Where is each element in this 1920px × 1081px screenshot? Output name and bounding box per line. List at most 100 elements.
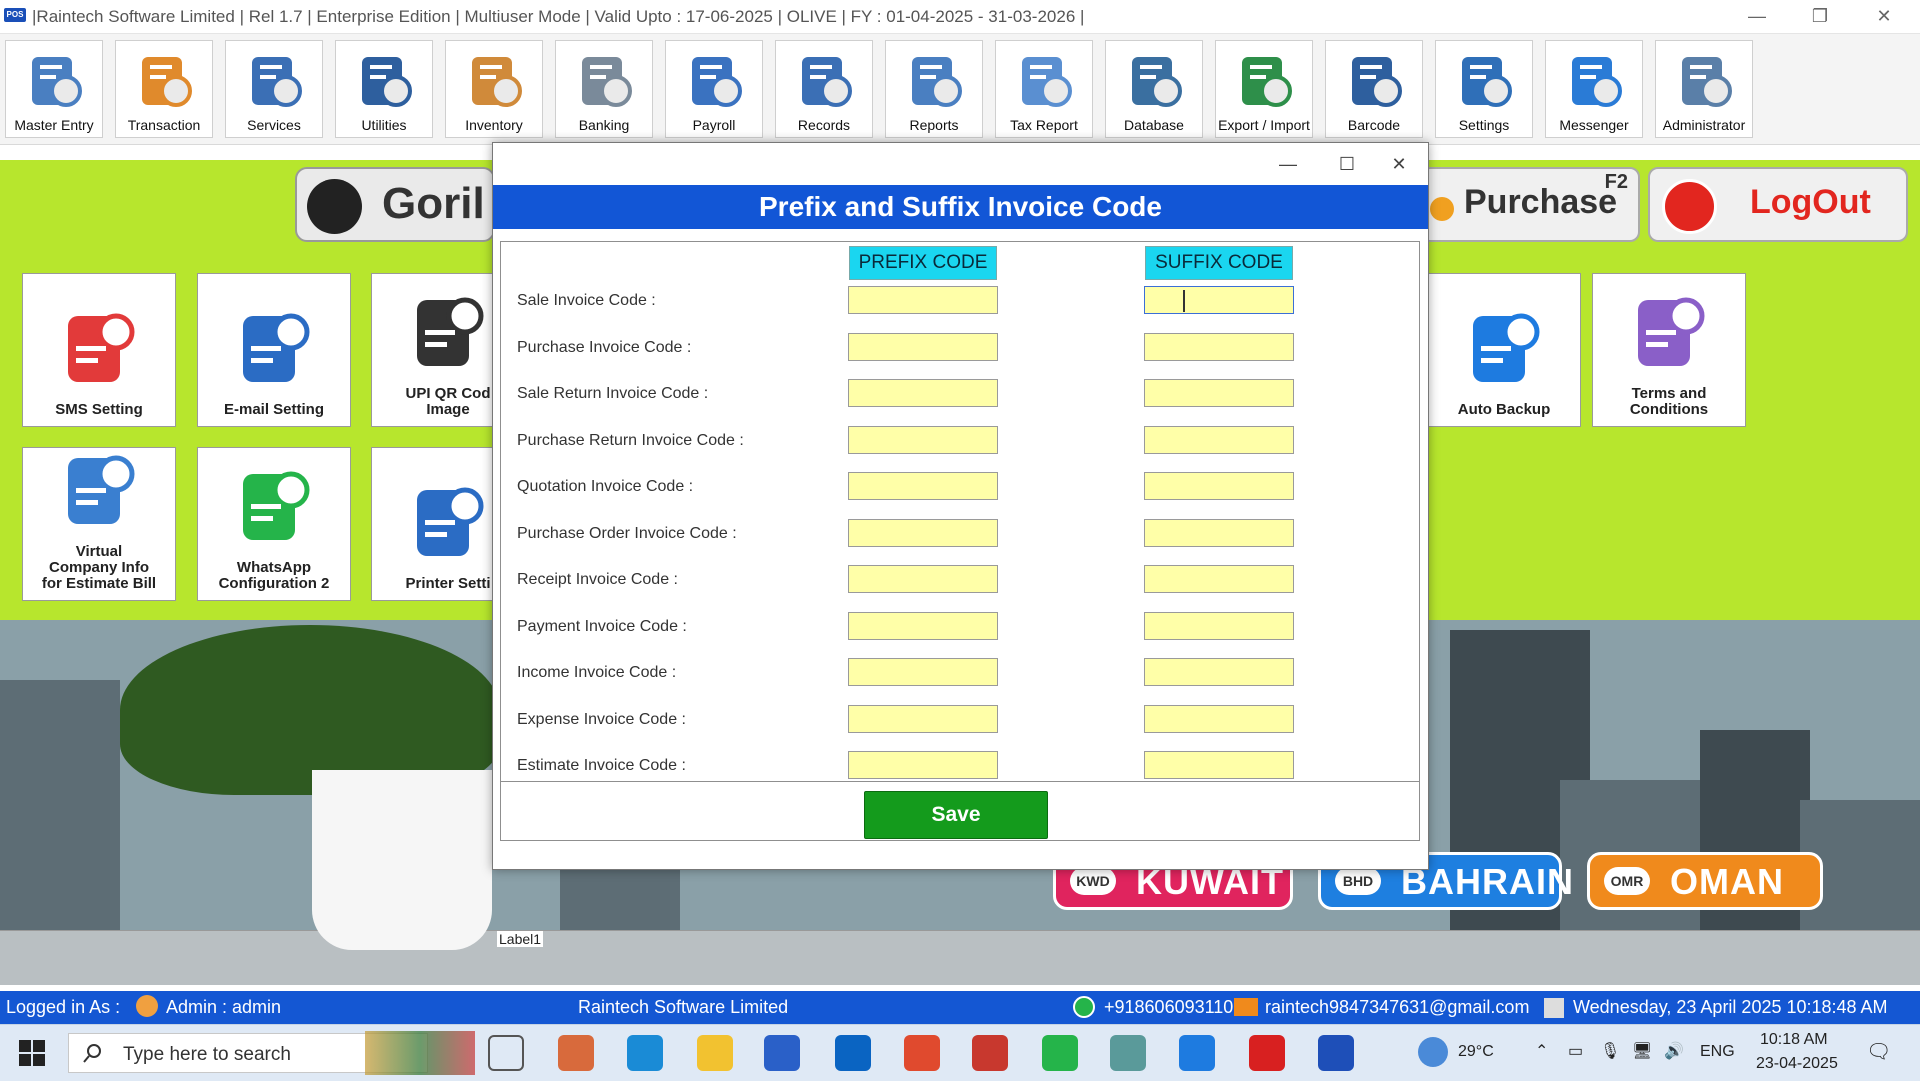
settings-icon <box>1462 57 1512 107</box>
windows-start-icon[interactable] <box>18 1039 46 1067</box>
toolbar-button-master-entry[interactable]: Master Entry <box>5 40 103 138</box>
toolbar-button-transaction[interactable]: Transaction <box>115 40 213 138</box>
suffix-code-input[interactable] <box>1144 379 1294 407</box>
printer-icon <box>417 487 484 556</box>
prefix-code-input[interactable] <box>848 565 998 593</box>
dialog-close-button[interactable]: ✕ <box>1379 149 1419 179</box>
power-icon <box>1662 179 1717 234</box>
file-explorer-icon[interactable] <box>697 1035 733 1071</box>
gorilla-text: Goril <box>382 179 485 228</box>
suffix-code-input[interactable] <box>1144 658 1294 686</box>
save-button[interactable]: Save <box>864 791 1048 839</box>
store-icon[interactable] <box>764 1035 800 1071</box>
toolbar-button-messenger[interactable]: Messenger <box>1545 40 1643 138</box>
currency-code: KWD <box>1070 867 1116 895</box>
toolbar-button-records[interactable]: Records <box>775 40 873 138</box>
close-button[interactable]: ✕ <box>1862 2 1906 30</box>
logged-in-label: Logged in As : <box>6 997 121 1017</box>
suffix-code-input[interactable] <box>1144 286 1294 314</box>
toolbar-button-tax-report[interactable]: Tax Report <box>995 40 1093 138</box>
toolbar-button-label: Master Entry <box>14 117 94 133</box>
chevron-up-icon[interactable]: ⌃ <box>1535 1041 1548 1061</box>
recorder-icon[interactable] <box>1249 1035 1285 1071</box>
restore-button[interactable]: ❐ <box>1798 2 1842 30</box>
language-indicator[interactable]: ENG <box>1700 1043 1735 1061</box>
prefix-code-input[interactable] <box>848 704 998 733</box>
chrome-icon[interactable] <box>904 1035 940 1071</box>
toolbar-button-banking[interactable]: Banking <box>555 40 653 138</box>
prefix-code-input[interactable] <box>848 751 998 779</box>
microphone-icon[interactable]: 🎙 <box>1600 1041 1620 1061</box>
tile-virtual-company[interactable]: Virtual Company Info for Estimate Bill <box>22 447 176 601</box>
whatsapp-taskbar-icon[interactable] <box>1042 1035 1078 1071</box>
status-datetime: Wednesday, 23 April 2025 10:18:48 AM <box>1573 997 1888 1017</box>
toolbar-button-barcode[interactable]: Barcode <box>1325 40 1423 138</box>
toolbar-button-administrator[interactable]: Administrator <box>1655 40 1753 138</box>
currency-button-omr[interactable]: OMR OMAN <box>1587 852 1823 910</box>
administrator-icon <box>1682 57 1732 107</box>
books-widget-icon <box>365 1031 475 1075</box>
toolbar-button-label: Settings <box>1458 117 1510 133</box>
task-view-icon[interactable] <box>488 1035 524 1071</box>
logout-button[interactable]: LogOut <box>1648 167 1908 242</box>
contact-phone: +918606093110 <box>1104 997 1234 1017</box>
prefix-code-input[interactable] <box>848 518 998 547</box>
suffix-code-input[interactable] <box>1144 611 1294 640</box>
prefix-code-input[interactable] <box>848 332 998 361</box>
snipping-tool-icon[interactable] <box>972 1035 1008 1071</box>
tile-email-setting[interactable]: E-mail Setting <box>197 273 351 427</box>
suffix-code-input[interactable] <box>1144 751 1294 779</box>
prefix-code-input[interactable] <box>848 611 998 640</box>
tile-whatsapp[interactable]: WhatsApp Configuration 2 <box>197 447 351 601</box>
toolbar-button-database[interactable]: Database <box>1105 40 1203 138</box>
toolbar-button-inventory[interactable]: Inventory <box>445 40 543 138</box>
prefix-code-input[interactable] <box>848 379 998 407</box>
minimize-button[interactable]: — <box>1735 2 1779 30</box>
telegram-icon[interactable] <box>1179 1035 1215 1071</box>
toolbar-button-export-import[interactable]: Export / Import <box>1215 40 1313 138</box>
notification-icon[interactable]: 🗨 <box>1866 1039 1891 1064</box>
suffix-code-input[interactable] <box>1144 518 1294 547</box>
toolbar-button-utilities[interactable]: Utilities <box>335 40 433 138</box>
volume-icon[interactable]: 🔊 <box>1664 1041 1684 1061</box>
export-import-icon <box>1242 57 1292 107</box>
prefix-code-input[interactable] <box>848 425 998 454</box>
suffix-code-input[interactable] <box>1144 472 1294 500</box>
copilot-icon[interactable] <box>558 1035 594 1071</box>
raintech-app-icon[interactable] <box>1318 1035 1354 1071</box>
logged-in-user: Admin : admin <box>166 997 282 1017</box>
network-icon[interactable]: 🖥 <box>1632 1041 1652 1061</box>
notes-icon[interactable] <box>1110 1035 1146 1071</box>
tile-terms[interactable]: Terms and Conditions <box>1592 273 1746 427</box>
weather-icon[interactable] <box>1418 1037 1448 1067</box>
toolbar-button-services[interactable]: Services <box>225 40 323 138</box>
prefix-code-input[interactable] <box>848 472 998 500</box>
suffix-code-input[interactable] <box>1144 565 1294 593</box>
dialog-maximize-button[interactable]: ☐ <box>1327 149 1367 179</box>
toolbar-button-label: Transaction <box>127 117 201 133</box>
toolbar-button-payroll[interactable]: Payroll <box>665 40 763 138</box>
tile-label: Auto Backup <box>1457 401 1551 418</box>
toolbar-button-settings[interactable]: Settings <box>1435 40 1533 138</box>
prefix-code-input[interactable] <box>848 658 998 686</box>
edge-icon[interactable] <box>627 1035 663 1071</box>
row-label: Purchase Order Invoice Code : <box>517 524 737 542</box>
ground-strip <box>0 930 1920 985</box>
battery-icon[interactable]: ▭ <box>1568 1041 1583 1061</box>
taskbar-date[interactable]: 23-04-2025 <box>1756 1055 1838 1073</box>
tile-label: E-mail Setting <box>223 401 324 418</box>
suffix-code-input[interactable] <box>1144 332 1294 361</box>
tile-cloud-upload[interactable]: Auto Backup <box>1427 273 1581 427</box>
suffix-code-input[interactable] <box>1144 704 1294 733</box>
outlook-icon[interactable] <box>835 1035 871 1071</box>
dialog-minimize-button[interactable]: — <box>1268 149 1308 179</box>
prefix-suffix-dialog: — ☐ ✕ Prefix and Suffix Invoice Code PRE… <box>492 142 1429 870</box>
row-label: Estimate Invoice Code : <box>517 757 686 774</box>
purchase-button[interactable]: Purchase F2 <box>1420 167 1640 242</box>
taskbar-time[interactable]: 10:18 AM <box>1760 1031 1828 1049</box>
suffix-code-input[interactable] <box>1144 425 1294 454</box>
tile-sms-setting[interactable]: SMS Setting <box>22 273 176 427</box>
toolbar-button-reports[interactable]: Reports <box>885 40 983 138</box>
prefix-code-input[interactable] <box>848 286 998 314</box>
app-title-bar: POS |Raintech Software Limited | Rel 1.7… <box>0 0 1920 34</box>
